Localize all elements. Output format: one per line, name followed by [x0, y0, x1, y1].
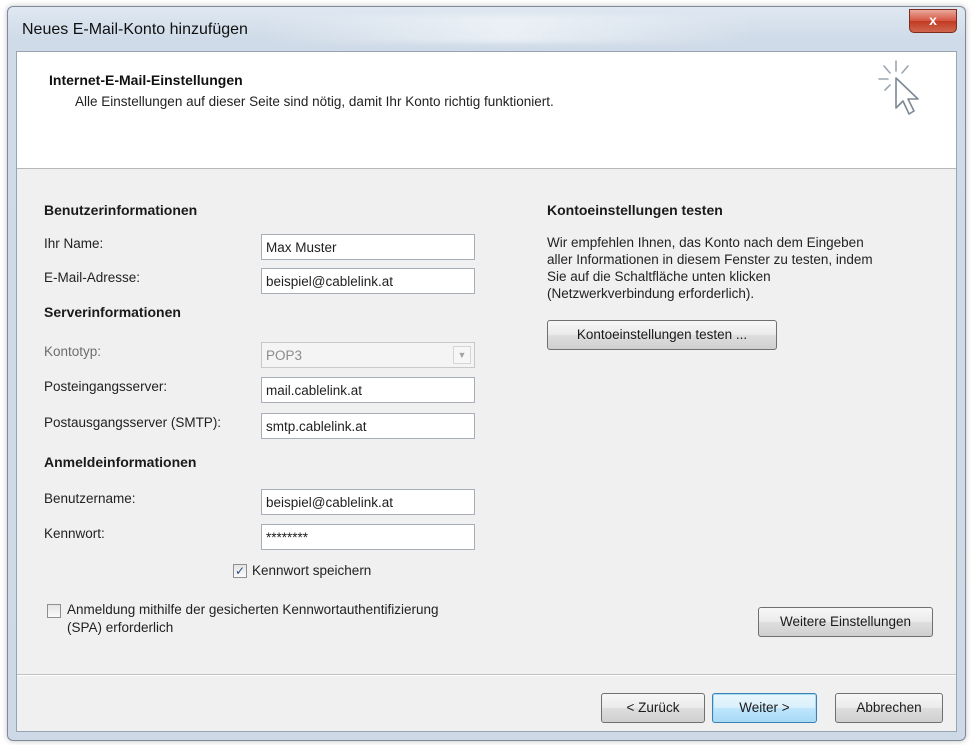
close-button[interactable]: x — [909, 9, 957, 33]
name-input[interactable]: Max Muster — [261, 234, 475, 260]
test-description-line2: aller Informationen in diesem Fenster zu… — [547, 252, 873, 267]
account-type-label: Kontotyp: — [44, 344, 102, 359]
remember-password-checkbox[interactable]: ✓ — [233, 564, 247, 578]
section-heading-server-info: Serverinformationen — [44, 304, 181, 320]
name-label: Ihr Name: — [44, 236, 104, 251]
spa-label-line2[interactable]: (SPA) erforderlich — [67, 620, 173, 635]
next-button[interactable]: Weiter > — [712, 693, 817, 723]
more-settings-button[interactable]: Weitere Einstellungen — [758, 607, 933, 637]
test-description-line4: (Netzwerkverbindung erforderlich). — [547, 286, 755, 301]
dialog-client-area: Internet-E-Mail-Einstellungen Alle Einst… — [16, 51, 957, 732]
spa-label-line1[interactable]: Anmeldung mithilfe der gesicherten Kennw… — [67, 602, 438, 617]
back-button[interactable]: < Zurück — [601, 693, 705, 723]
account-type-select[interactable]: POP3 ▼ — [261, 342, 475, 368]
footer-separator — [17, 674, 956, 676]
window-title: Neues E-Mail-Konto hinzufügen — [22, 21, 248, 38]
section-heading-login-info: Anmeldeinformationen — [44, 454, 197, 470]
incoming-server-input[interactable]: mail.cablelink.at — [261, 377, 475, 403]
password-label: Kennwort: — [44, 526, 105, 541]
test-account-settings-button[interactable]: Kontoeinstellungen testen ... — [547, 320, 777, 350]
page-title: Internet-E-Mail-Einstellungen — [49, 72, 243, 88]
title-bar-background-blur — [258, 15, 758, 43]
test-settings-description: Wir empfehlen Ihnen, das Konto nach dem … — [547, 234, 927, 302]
account-type-value: POP3 — [266, 348, 303, 363]
cancel-button[interactable]: Abbrechen — [835, 693, 943, 723]
title-bar[interactable]: Neues E-Mail-Konto hinzufügen x — [8, 7, 965, 53]
dialog-window: Neues E-Mail-Konto hinzufügen x Internet… — [7, 6, 966, 741]
email-input[interactable]: beispiel@cablelink.at — [261, 268, 475, 294]
spa-checkbox[interactable] — [47, 604, 61, 618]
incoming-server-label: Posteingangsserver: — [44, 379, 168, 394]
wizard-cursor-icon — [878, 60, 919, 115]
section-heading-test-settings: Kontoeinstellungen testen — [547, 202, 723, 218]
remember-password-label[interactable]: Kennwort speichern — [252, 563, 371, 578]
username-input[interactable]: beispiel@cablelink.at — [261, 489, 475, 515]
outgoing-server-input[interactable]: smtp.cablelink.at — [261, 413, 475, 439]
chevron-down-icon[interactable]: ▼ — [453, 346, 471, 364]
test-description-line3: Sie auf die Schaltfläche unten klicken — [547, 269, 771, 284]
section-heading-user-info: Benutzerinformationen — [44, 202, 198, 218]
outgoing-server-label: Postausgangsserver (SMTP): — [44, 415, 222, 430]
page-subtitle: Alle Einstellungen auf dieser Seite sind… — [75, 94, 554, 109]
page-header: Internet-E-Mail-Einstellungen Alle Einst… — [17, 52, 956, 169]
username-label: Benutzername: — [44, 491, 136, 506]
test-description-line1: Wir empfehlen Ihnen, das Konto nach dem … — [547, 235, 864, 250]
email-label: E-Mail-Adresse: — [44, 270, 141, 285]
password-input[interactable]: ******** — [261, 524, 475, 550]
